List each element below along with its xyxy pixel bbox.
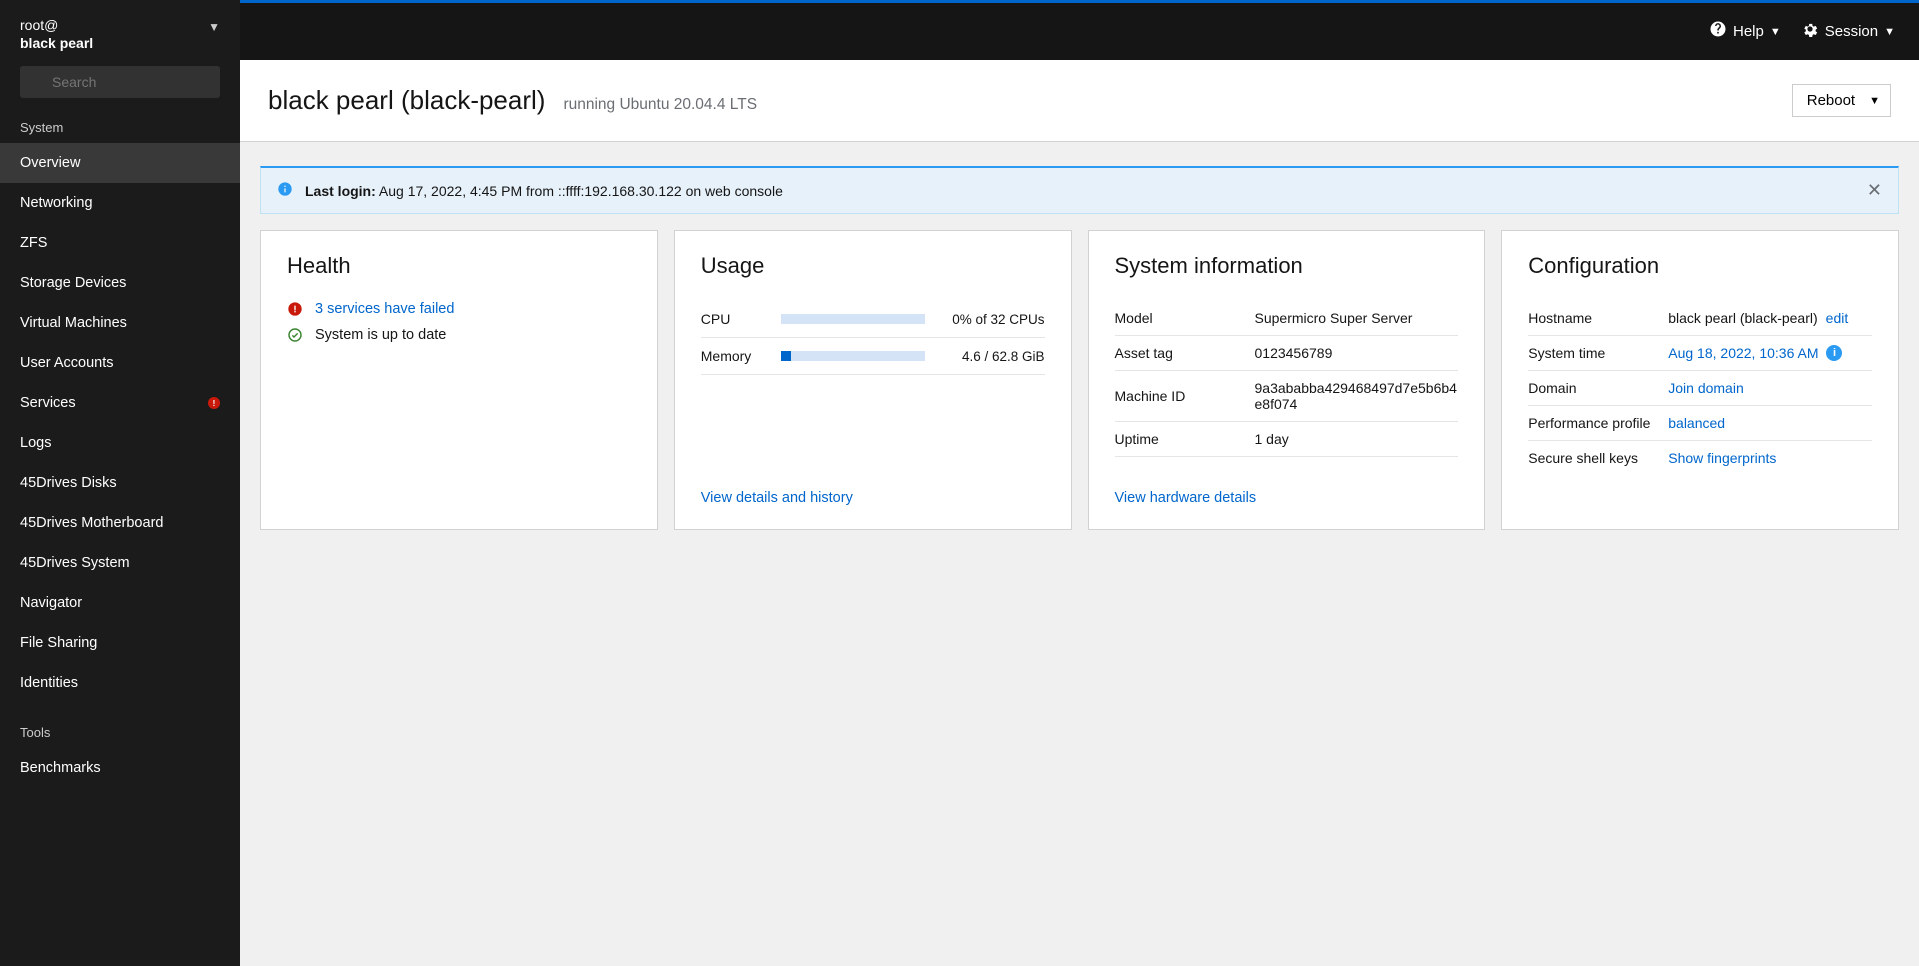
sysinfo-row: Asset tag0123456789: [1115, 336, 1459, 371]
card-usage: Usage CPU 0% of 32 CPUs Memory 4.6 / 62.…: [674, 230, 1072, 530]
mem-usage-bar: [781, 351, 925, 361]
usage-details-link[interactable]: View details and history: [701, 490, 853, 506]
sidebar: root@ black pearl ▼ System OverviewNetwo…: [0, 0, 240, 966]
sidebar-item-services[interactable]: Services: [0, 383, 240, 423]
topbar: Help ▼ Session ▼: [240, 0, 1919, 60]
config-row: Performance profilebalanced: [1528, 406, 1872, 441]
config-link[interactable]: Show fingerprints: [1668, 450, 1776, 466]
caret-down-icon: ▼: [1869, 95, 1880, 107]
sysinfo-row: Uptime1 day: [1115, 422, 1459, 457]
nav-section-tools: Tools: [0, 715, 240, 748]
sidebar-item-logs[interactable]: Logs: [0, 423, 240, 463]
cpu-usage-bar: [781, 314, 925, 324]
nav-section-system: System: [0, 110, 240, 143]
system-uptodate: System is up to date: [315, 327, 446, 343]
alert-label: Last login:: [305, 183, 376, 199]
close-icon[interactable]: ✕: [1867, 180, 1882, 201]
sidebar-item-file-sharing[interactable]: File Sharing: [0, 623, 240, 663]
session-button[interactable]: Session ▼: [1801, 20, 1895, 43]
sidebar-item-identities[interactable]: Identities: [0, 663, 240, 703]
caret-down-icon: ▼: [1884, 26, 1895, 38]
sidebar-item-benchmarks[interactable]: Benchmarks: [0, 748, 240, 788]
card-title-health: Health: [287, 253, 631, 279]
edit-link[interactable]: edit: [1826, 310, 1849, 326]
config-row: DomainJoin domain: [1528, 371, 1872, 406]
usage-mem-label: Memory: [701, 348, 771, 364]
sidebar-item-storage-devices[interactable]: Storage Devices: [0, 263, 240, 303]
warning-badge-icon: [208, 397, 220, 409]
sidebar-item-overview[interactable]: Overview: [0, 143, 240, 183]
sidebar-item-45drives-disks[interactable]: 45Drives Disks: [0, 463, 240, 503]
config-row: Hostnameblack pearl (black-pearl)edit: [1528, 301, 1872, 336]
reboot-button[interactable]: Reboot ▼: [1792, 84, 1891, 117]
card-sysinfo: System information ModelSupermicro Super…: [1088, 230, 1486, 530]
usage-cpu-label: CPU: [701, 311, 771, 327]
check-icon: [287, 327, 303, 343]
gear-icon: [1801, 20, 1819, 43]
card-config: Configuration Hostnameblack pearl (black…: [1501, 230, 1899, 530]
usage-cpu-value: 0% of 32 CPUs: [935, 312, 1045, 327]
sidebar-item-networking[interactable]: Networking: [0, 183, 240, 223]
sysinfo-row: ModelSupermicro Super Server: [1115, 301, 1459, 336]
config-link[interactable]: balanced: [1668, 415, 1725, 431]
sidebar-item-45drives-motherboard[interactable]: 45Drives Motherboard: [0, 503, 240, 543]
page-subtitle: running Ubuntu 20.04.4 LTS: [563, 96, 757, 114]
hardware-details-link[interactable]: View hardware details: [1115, 490, 1257, 506]
card-title-usage: Usage: [701, 253, 1045, 279]
sidebar-item-user-accounts[interactable]: User Accounts: [0, 343, 240, 383]
config-link[interactable]: Aug 18, 2022, 10:36 AM: [1668, 345, 1818, 361]
sidebar-item-zfs[interactable]: ZFS: [0, 223, 240, 263]
help-icon: [1709, 20, 1727, 43]
page-title: black pearl (black-pearl): [268, 85, 545, 116]
services-failed-link[interactable]: 3 services have failed: [315, 301, 454, 317]
sidebar-item-45drives-system[interactable]: 45Drives System: [0, 543, 240, 583]
alert-text: Aug 17, 2022, 4:45 PM from ::ffff:192.16…: [376, 183, 783, 199]
sidebar-item-virtual-machines[interactable]: Virtual Machines: [0, 303, 240, 343]
info-icon: [277, 181, 293, 201]
sidebar-item-navigator[interactable]: Navigator: [0, 583, 240, 623]
card-health: Health 3 services have failed: [260, 230, 658, 530]
config-row: System timeAug 18, 2022, 10:36 AMi: [1528, 336, 1872, 371]
search-input[interactable]: [20, 66, 220, 98]
chevron-down-icon[interactable]: ▼: [208, 20, 220, 34]
sidebar-user: root@: [20, 16, 93, 34]
card-title-config: Configuration: [1528, 253, 1872, 279]
sidebar-host-selector[interactable]: root@ black pearl ▼: [0, 0, 240, 66]
error-icon: [287, 301, 303, 317]
card-title-sysinfo: System information: [1115, 253, 1459, 279]
sidebar-hostname: black pearl: [20, 34, 93, 52]
config-row: Secure shell keysShow fingerprints: [1528, 441, 1872, 475]
page-header: black pearl (black-pearl) running Ubuntu…: [240, 60, 1919, 142]
usage-mem-value: 4.6 / 62.8 GiB: [935, 349, 1045, 364]
last-login-alert: Last login: Aug 17, 2022, 4:45 PM from :…: [260, 166, 1899, 214]
sysinfo-row: Machine ID9a3ababba429468497d7e5b6b4e8f0…: [1115, 371, 1459, 422]
info-icon[interactable]: i: [1826, 345, 1842, 361]
config-link[interactable]: Join domain: [1668, 380, 1744, 396]
help-button[interactable]: Help ▼: [1709, 20, 1781, 43]
caret-down-icon: ▼: [1770, 26, 1781, 38]
